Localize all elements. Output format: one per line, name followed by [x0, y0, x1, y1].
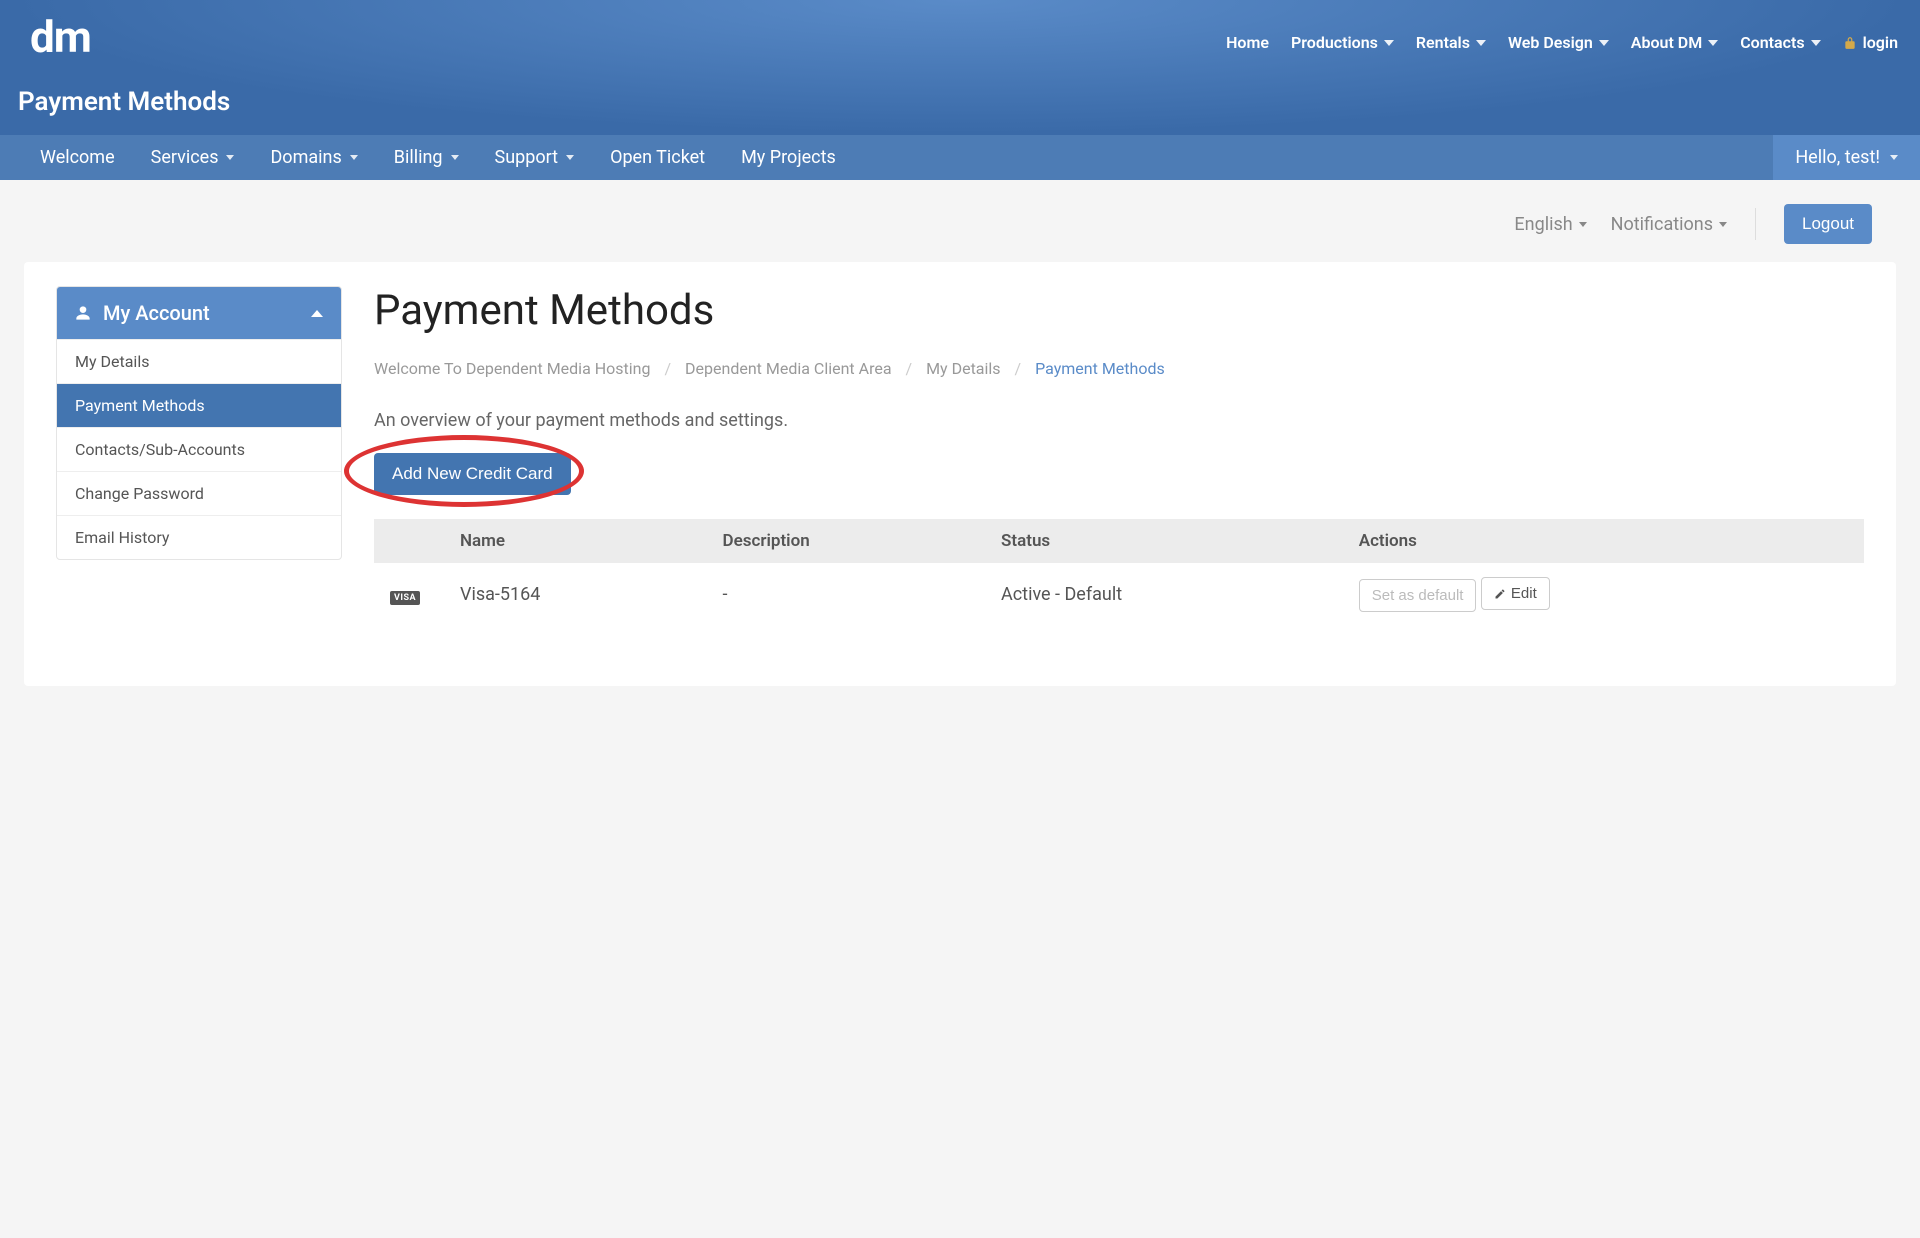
- nav-welcome[interactable]: Welcome: [40, 147, 115, 168]
- nav-open-ticket[interactable]: Open Ticket: [610, 147, 705, 168]
- caret-down-icon: [1719, 222, 1727, 227]
- caret-down-icon: [226, 155, 234, 160]
- nav-web-design[interactable]: Web Design: [1508, 33, 1609, 52]
- top-header: dm Home Productions Rentals Web Design A…: [0, 0, 1920, 135]
- breadcrumb: Welcome To Dependent Media Hosting / Dep…: [374, 359, 1864, 378]
- chevron-up-icon: [311, 310, 323, 317]
- caret-down-icon: [1579, 222, 1587, 227]
- nav-my-projects[interactable]: My Projects: [741, 147, 836, 168]
- table-header-description: Description: [707, 519, 985, 563]
- table-header-name: Name: [444, 519, 707, 563]
- nav-about[interactable]: About DM: [1631, 33, 1718, 52]
- breadcrumb-item[interactable]: Welcome To Dependent Media Hosting: [374, 359, 650, 378]
- top-nav: Home Productions Rentals Web Design Abou…: [1226, 15, 1904, 52]
- nav-contacts[interactable]: Contacts: [1740, 33, 1820, 52]
- sidebar-item-contacts[interactable]: Contacts/Sub-Accounts: [57, 427, 341, 471]
- sidebar-item-my-details[interactable]: My Details: [57, 339, 341, 383]
- nav-services[interactable]: Services: [151, 147, 235, 168]
- nav-domains[interactable]: Domains: [270, 147, 357, 168]
- nav-productions[interactable]: Productions: [1291, 33, 1394, 52]
- nav-rentals[interactable]: Rentals: [1416, 33, 1486, 52]
- sidebar: My Account My Details Payment Methods Co…: [56, 286, 342, 560]
- user-menu[interactable]: Hello, test!: [1773, 135, 1920, 180]
- chevron-down-icon: [1476, 40, 1486, 46]
- chevron-down-icon: [1708, 40, 1718, 46]
- main-panel: Payment Methods Welcome To Dependent Med…: [374, 286, 1864, 626]
- chevron-down-icon: [1384, 40, 1394, 46]
- sidebar-item-email-history[interactable]: Email History: [57, 515, 341, 559]
- set-default-button: Set as default: [1359, 579, 1477, 612]
- breadcrumb-item[interactable]: My Details: [926, 359, 1000, 378]
- add-credit-card-button[interactable]: Add New Credit Card: [374, 453, 571, 495]
- visa-icon: VISA: [390, 591, 420, 605]
- caret-down-icon: [451, 155, 459, 160]
- content: My Account My Details Payment Methods Co…: [24, 262, 1896, 686]
- divider: [1755, 208, 1756, 240]
- logout-button[interactable]: Logout: [1784, 204, 1872, 244]
- notifications-menu[interactable]: Notifications: [1611, 214, 1727, 235]
- chevron-down-icon: [1811, 40, 1821, 46]
- breadcrumb-current: Payment Methods: [1035, 359, 1165, 378]
- chevron-down-icon: [1599, 40, 1609, 46]
- caret-down-icon: [350, 155, 358, 160]
- card-description: -: [707, 563, 985, 626]
- payment-methods-table: Name Description Status Actions VISA Vis…: [374, 519, 1864, 626]
- page-title: Payment Methods: [16, 59, 1904, 117]
- sidebar-item-change-password[interactable]: Change Password: [57, 471, 341, 515]
- nav-home[interactable]: Home: [1226, 33, 1269, 52]
- edit-button[interactable]: Edit: [1481, 577, 1550, 610]
- nav-login[interactable]: login: [1843, 33, 1898, 52]
- sidebar-header[interactable]: My Account: [57, 287, 341, 339]
- sidebar-item-payment-methods[interactable]: Payment Methods: [57, 383, 341, 427]
- utility-bar: English Notifications Logout: [0, 180, 1920, 262]
- card-name: Visa-5164: [444, 563, 707, 626]
- language-selector[interactable]: English: [1514, 214, 1586, 235]
- pencil-icon: [1494, 588, 1506, 600]
- card-status: Active - Default: [985, 563, 1343, 626]
- caret-down-icon: [1890, 155, 1898, 160]
- overview-text: An overview of your payment methods and …: [374, 410, 1864, 431]
- page-heading: Payment Methods: [374, 286, 1864, 335]
- caret-down-icon: [566, 155, 574, 160]
- table-row: VISA Visa-5164 - Active - Default Set as…: [374, 563, 1864, 626]
- table-header-icon: [374, 519, 444, 563]
- lock-icon: [1843, 36, 1857, 50]
- breadcrumb-item[interactable]: Dependent Media Client Area: [685, 359, 892, 378]
- logo[interactable]: dm: [16, 15, 91, 59]
- secondary-nav: Welcome Services Domains Billing Support…: [0, 135, 1920, 180]
- user-icon: [75, 304, 91, 322]
- nav-billing[interactable]: Billing: [394, 147, 459, 168]
- table-header-status: Status: [985, 519, 1343, 563]
- table-header-actions: Actions: [1343, 519, 1864, 563]
- nav-support[interactable]: Support: [495, 147, 575, 168]
